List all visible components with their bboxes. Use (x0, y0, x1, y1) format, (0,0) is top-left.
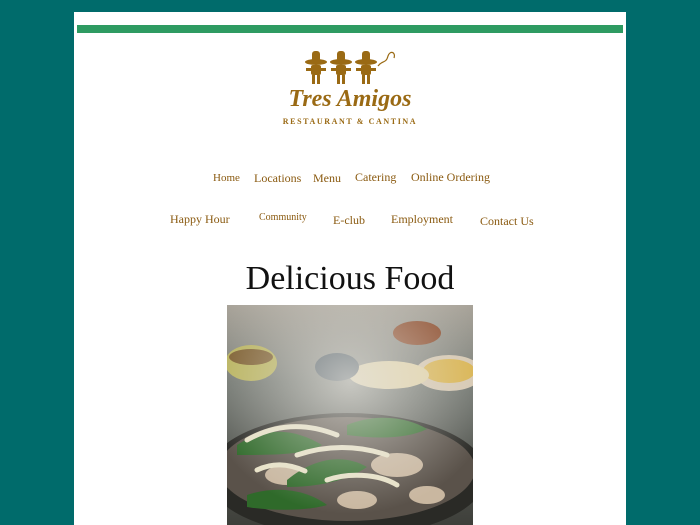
top-accent-bar (77, 25, 623, 33)
brand-logo[interactable]: Tres Amigos RESTAURANT & CANTINA (278, 46, 422, 130)
page-heading: Delicious Food (245, 260, 455, 297)
food-photo (227, 305, 473, 525)
nav-link-online-ordering[interactable]: Online Ordering (411, 170, 490, 185)
nav-link-home[interactable]: Home (213, 172, 240, 184)
nav-link-employment[interactable]: Employment (391, 212, 453, 227)
nav-link-catering[interactable]: Catering (355, 170, 396, 185)
logo-amigos-graphic: Tres Amigos (289, 51, 412, 112)
fajita-image (227, 305, 473, 525)
logo-subtitle: RESTAURANT & CANTINA (282, 117, 418, 126)
nav-link-contact-us[interactable]: Contact Us (480, 214, 534, 229)
amigo-figure-1 (305, 51, 327, 84)
nav-link-community[interactable]: Community (259, 212, 307, 223)
page-container: Tres Amigos RESTAURANT & CANTINA Home Lo… (74, 12, 626, 525)
nav-link-happy-hour[interactable]: Happy Hour (170, 212, 230, 227)
amigo-figure-2 (330, 51, 352, 84)
nav-link-menu[interactable]: Menu (313, 171, 341, 186)
logo-wordmark: Tres Amigos (289, 86, 412, 112)
amigo-figure-3 (355, 51, 377, 84)
nav-link-e-club[interactable]: E-club (333, 213, 365, 228)
nav-link-locations[interactable]: Locations (254, 171, 301, 186)
